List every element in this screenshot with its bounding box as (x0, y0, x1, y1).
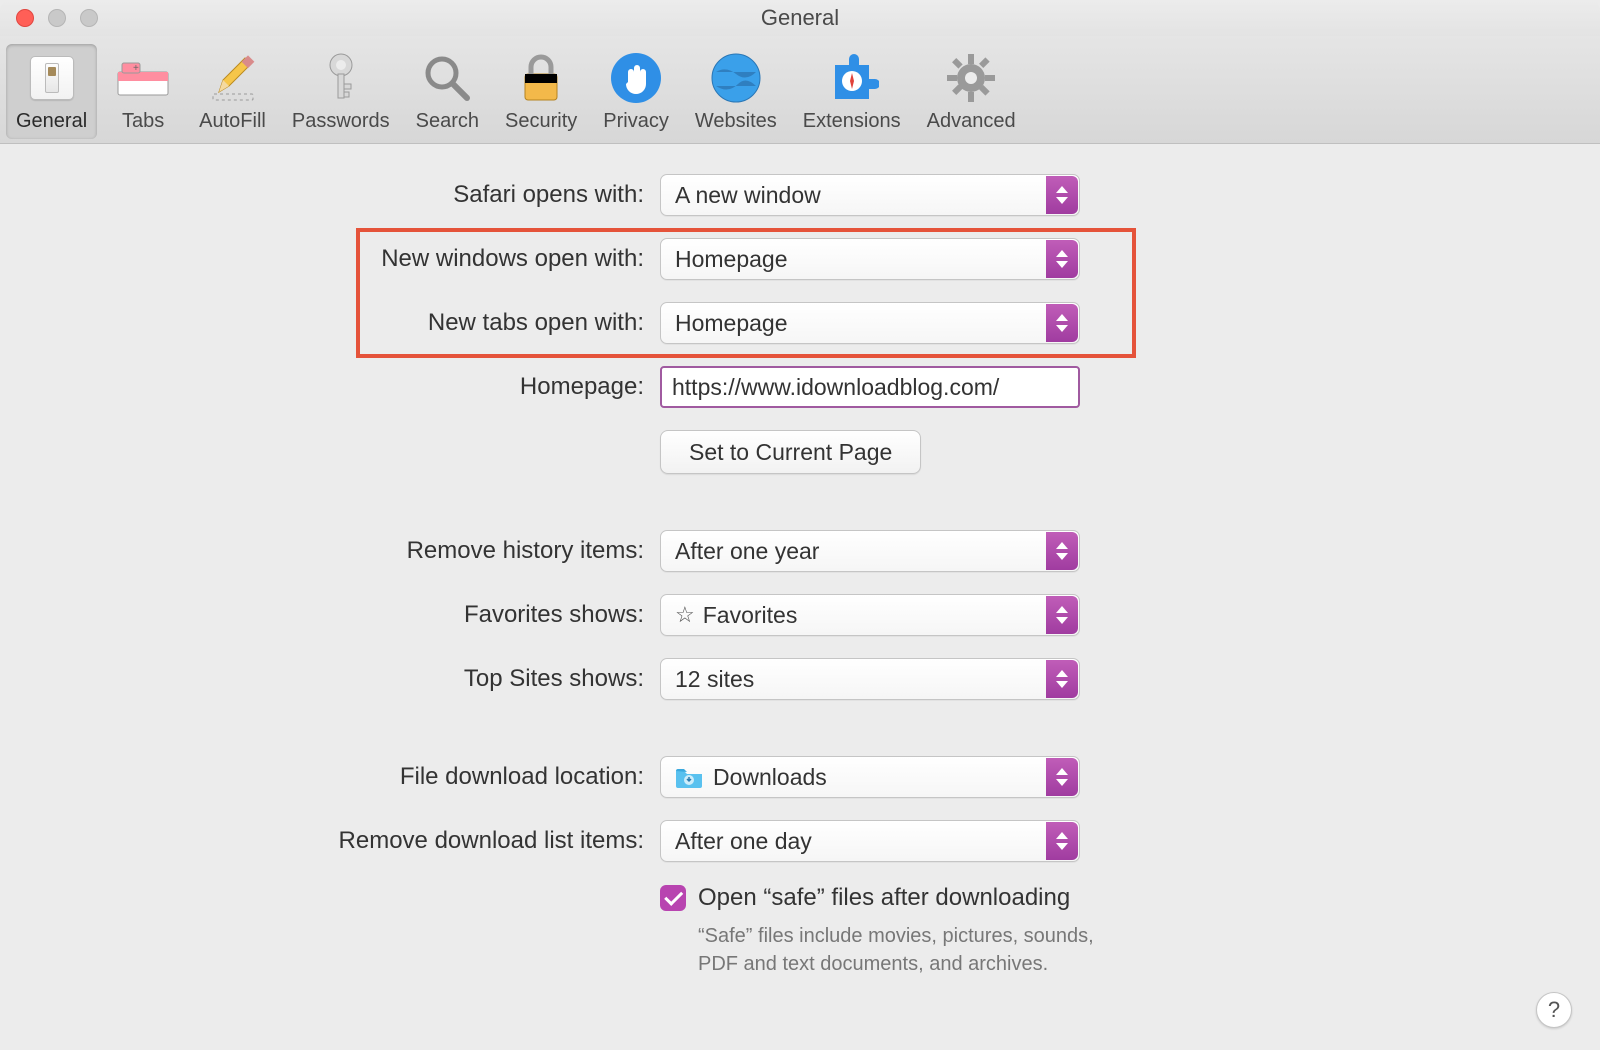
websites-tab-label: Websites (695, 110, 777, 133)
autofill-tab[interactable]: AutoFill (189, 44, 276, 139)
security-tab[interactable]: Security (495, 44, 587, 139)
tabs-tab[interactable]: + Tabs (103, 44, 183, 139)
pencil-icon (203, 48, 263, 108)
remove-history-items-value: After one year (675, 538, 819, 565)
updown-arrows-icon (1046, 240, 1078, 278)
updown-arrows-icon (1046, 596, 1078, 634)
updown-arrows-icon (1046, 304, 1078, 342)
top-sites-shows-popup[interactable]: 12 sites (660, 658, 1080, 700)
svg-text:+: + (133, 63, 139, 74)
folder-icon (675, 766, 703, 788)
security-tab-label: Security (505, 110, 577, 133)
new-windows-open-with-popup[interactable]: Homepage (660, 238, 1080, 280)
favorites-shows-popup[interactable]: ☆ Favorites (660, 594, 1080, 636)
titlebar: General (0, 0, 1600, 36)
remove-history-items-label: Remove history items: (40, 537, 660, 565)
globe-icon (706, 48, 766, 108)
hand-icon (606, 48, 666, 108)
file-download-location-label: File download location: (40, 763, 660, 791)
star-icon: ☆ (675, 602, 695, 628)
open-safe-files-checkbox[interactable] (660, 885, 686, 911)
advanced-tab-label: Advanced (927, 110, 1016, 133)
file-download-location-value: Downloads (713, 764, 827, 791)
general-icon (22, 48, 82, 108)
file-download-location-popup[interactable]: Downloads (660, 756, 1080, 798)
general-tab-label: General (16, 110, 87, 133)
new-tabs-open-with-value: Homepage (675, 310, 788, 337)
passwords-tab-label: Passwords (292, 110, 390, 133)
extensions-icon (822, 48, 882, 108)
updown-arrows-icon (1046, 660, 1078, 698)
gear-icon (941, 48, 1001, 108)
help-button[interactable]: ? (1536, 992, 1572, 1028)
extensions-tab-label: Extensions (803, 110, 901, 133)
homepage-label: Homepage: (40, 373, 660, 401)
passwords-tab[interactable]: Passwords (282, 44, 400, 139)
new-tabs-open-with-popup[interactable]: Homepage (660, 302, 1080, 344)
top-sites-shows-label: Top Sites shows: (40, 665, 660, 693)
search-icon (417, 48, 477, 108)
homepage-field[interactable]: https://www.idownloadblog.com/ (660, 366, 1080, 408)
privacy-tab-label: Privacy (603, 110, 669, 133)
favorites-shows-label: Favorites shows: (40, 601, 660, 629)
advanced-tab[interactable]: Advanced (917, 44, 1026, 139)
updown-arrows-icon (1046, 758, 1078, 796)
tabs-tab-label: Tabs (122, 110, 164, 133)
updown-arrows-icon (1046, 822, 1078, 860)
new-tabs-open-with-label: New tabs open with: (40, 309, 660, 337)
safe-files-description: “Safe” files include movies, pictures, s… (698, 922, 1108, 978)
remove-download-list-items-label: Remove download list items: (40, 827, 660, 855)
safari-opens-with-value: A new window (675, 182, 821, 209)
window-title: General (0, 5, 1600, 31)
autofill-tab-label: AutoFill (199, 110, 266, 133)
remove-download-list-items-value: After one day (675, 828, 812, 855)
search-tab[interactable]: Search (406, 44, 489, 139)
new-windows-open-with-value: Homepage (675, 246, 788, 273)
key-icon (311, 48, 371, 108)
updown-arrows-icon (1046, 532, 1078, 570)
safari-opens-with-popup[interactable]: A new window (660, 174, 1080, 216)
remove-download-list-items-popup[interactable]: After one day (660, 820, 1080, 862)
tabs-icon: + (113, 48, 173, 108)
open-safe-files-label: Open “safe” files after downloading (698, 884, 1070, 912)
set-to-current-page-button[interactable]: Set to Current Page (660, 430, 921, 474)
new-windows-open-with-label: New windows open with: (40, 245, 660, 273)
lock-icon (511, 48, 571, 108)
extensions-tab[interactable]: Extensions (793, 44, 911, 139)
updown-arrows-icon (1046, 176, 1078, 214)
general-preferences-form: Safari opens with: A new window New wind… (0, 144, 1600, 978)
set-to-current-page-label: Set to Current Page (689, 439, 892, 466)
general-tab[interactable]: General (6, 44, 97, 139)
favorites-shows-value: Favorites (703, 602, 798, 629)
top-sites-shows-value: 12 sites (675, 666, 754, 693)
privacy-tab[interactable]: Privacy (593, 44, 679, 139)
search-tab-label: Search (416, 110, 479, 133)
preferences-toolbar: General + Tabs AutoFill (0, 36, 1600, 144)
websites-tab[interactable]: Websites (685, 44, 787, 139)
homepage-value: https://www.idownloadblog.com/ (672, 374, 999, 401)
remove-history-items-popup[interactable]: After one year (660, 530, 1080, 572)
safari-opens-with-label: Safari opens with: (40, 181, 660, 209)
